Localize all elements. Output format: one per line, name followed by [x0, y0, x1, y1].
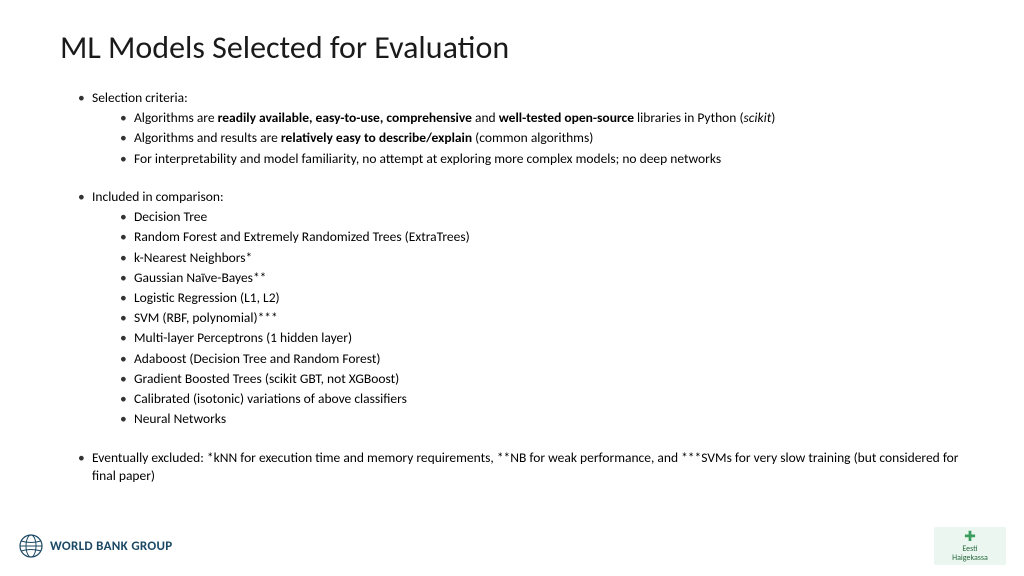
footer: WORLD BANK GROUP ✚ Eesti Haigekassa: [0, 526, 1024, 566]
list-item: Neural Networks: [120, 410, 964, 428]
spacer: [78, 432, 964, 446]
list-item: Gradient Boosted Trees (scikit GBT, not …: [120, 370, 964, 388]
list-item: SVM (RBF, polynomial)***: [120, 309, 964, 327]
list-item: Gaussian Naïve-Bayes**: [120, 269, 964, 287]
eesti-line2: Haigekassa: [952, 554, 988, 562]
text-frag: ): [771, 109, 775, 126]
spacer: [78, 171, 964, 185]
text-frag: libraries in Python (: [634, 109, 744, 126]
list-item: Logistic Regression (L1, L2): [120, 289, 964, 307]
text-bold: relatively easy to describe/explain: [281, 129, 472, 146]
list-item: k-Nearest Neighbors*: [120, 249, 964, 267]
criteria-item-2: Algorithms and results are relatively ea…: [120, 129, 964, 147]
world-bank-logo: WORLD BANK GROUP: [18, 533, 173, 559]
included-sublist: Decision Tree Random Forest and Extremel…: [92, 208, 964, 428]
list-item: Calibrated (isotonic) variations of abov…: [120, 390, 964, 408]
criteria-heading: Selection criteria: Algorithms are readi…: [78, 89, 964, 168]
text-frag: Algorithms are: [134, 109, 218, 126]
included-heading-text: Included in comparison:: [92, 188, 224, 205]
excluded-note: Eventually excluded: *kNN for execution …: [78, 449, 964, 485]
eesti-haigekassa-logo: ✚ Eesti Haigekassa: [934, 527, 1006, 565]
list-item: Adaboost (Decision Tree and Random Fores…: [120, 350, 964, 368]
text-italic: scikit: [744, 109, 772, 126]
list-item: Random Forest and Extremely Randomized T…: [120, 228, 964, 246]
criteria-item-3: For interpretability and model familiari…: [120, 150, 964, 168]
text-frag: and: [472, 109, 499, 126]
text-bold: readily available, easy-to-use, comprehe…: [218, 109, 472, 126]
globe-icon: [18, 533, 44, 559]
list-item: Decision Tree: [120, 208, 964, 226]
cross-icon: ✚: [964, 530, 976, 544]
slide-title: ML Models Selected for Evaluation: [60, 28, 964, 67]
list-item: Multi-layer Perceptrons (1 hidden layer): [120, 329, 964, 347]
content-list: Selection criteria: Algorithms are readi…: [60, 89, 964, 485]
criteria-heading-text: Selection criteria:: [92, 89, 188, 106]
text-frag: Algorithms and results are: [134, 129, 281, 146]
included-heading: Included in comparison: Decision Tree Ra…: [78, 188, 964, 429]
eesti-line1: Eesti: [962, 545, 977, 553]
world-bank-text: WORLD BANK GROUP: [50, 539, 173, 554]
criteria-item-1: Algorithms are readily available, easy-t…: [120, 109, 964, 127]
text-bold: well-tested open-source: [499, 109, 634, 126]
text-frag: (common algorithms): [472, 129, 593, 146]
criteria-sublist: Algorithms are readily available, easy-t…: [92, 109, 964, 168]
